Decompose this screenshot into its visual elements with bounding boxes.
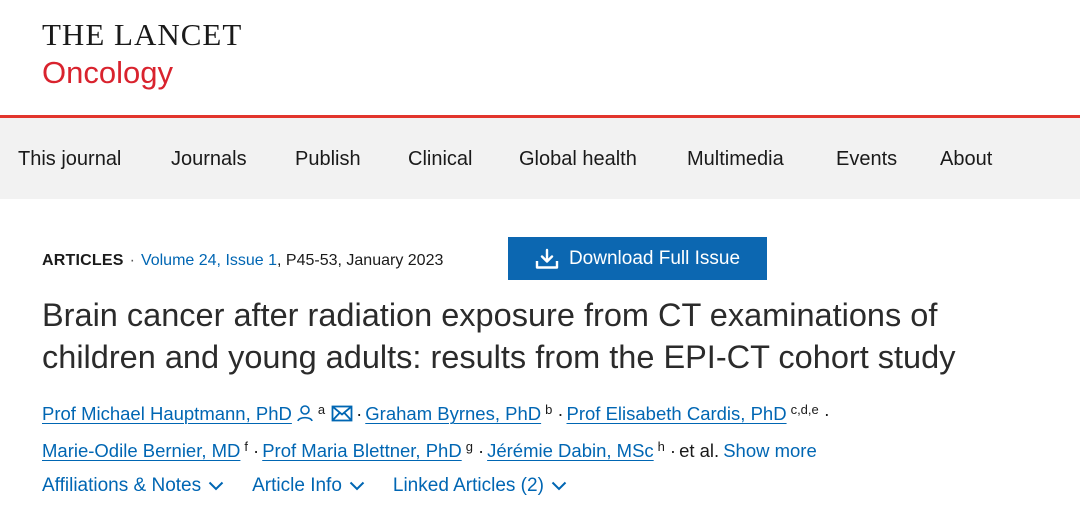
- author-link[interactable]: Prof Elisabeth Cardis, PhD: [567, 403, 787, 424]
- article-info-label: Article Info: [252, 475, 342, 496]
- meta-separator: ·: [129, 252, 135, 269]
- author-separator: ·: [823, 403, 830, 424]
- author-line-1: Prof Michael Hauptmann, PhD a · Graham Byrn…: [42, 392, 1052, 429]
- nav-item-publish[interactable]: Publish: [295, 146, 361, 172]
- download-icon: [535, 248, 559, 269]
- author-line-2: Marie-Odile Bernier, MD f · Prof Maria Blet…: [42, 429, 1052, 466]
- author-separator: ·: [356, 403, 363, 424]
- article-meta: ARTICLES · Volume 24, Issue 1, P45-53, Jan…: [42, 250, 443, 272]
- nav-item-events[interactable]: Events: [836, 146, 897, 172]
- author-list: Prof Michael Hauptmann, PhD a · Graham Byrn…: [42, 392, 1052, 466]
- author-link[interactable]: Graham Byrnes, PhD: [365, 403, 541, 424]
- issue-link[interactable]: Volume 24, Issue 1: [141, 252, 277, 269]
- affiliations-notes-label: Affiliations & Notes: [42, 475, 202, 496]
- author-affiliation: h: [657, 439, 665, 454]
- nav-item-global-health[interactable]: Global health: [519, 146, 637, 172]
- chevron-down-icon: [208, 481, 224, 491]
- author-link[interactable]: Jérémie Dabin, MSc: [487, 440, 654, 461]
- article-info-toggle[interactable]: Article Info: [252, 474, 365, 498]
- download-label: Download Full Issue: [568, 247, 741, 269]
- linked-articles-toggle[interactable]: Linked Articles (2): [393, 474, 567, 498]
- article-type: ARTICLES: [42, 252, 124, 269]
- author-link[interactable]: Prof Maria Blettner, PhD: [262, 440, 461, 461]
- journal-logo-top[interactable]: THE LANCET: [42, 18, 242, 52]
- affiliations-notes-toggle[interactable]: Affiliations & Notes: [42, 474, 224, 498]
- site-header: THE LANCET Oncology: [0, 0, 1080, 115]
- show-more-button[interactable]: Show more: [723, 440, 817, 461]
- linked-articles-label: Linked Articles (2): [392, 475, 544, 496]
- article-title: Brain cancer after radiation exposure fr…: [42, 297, 956, 375]
- author-separator: ·: [253, 440, 260, 461]
- nav-item-multimedia[interactable]: Multimedia: [687, 146, 784, 172]
- author-separator: ·: [557, 403, 564, 424]
- et-al: et al.: [679, 440, 720, 461]
- nav-item-this-journal[interactable]: This journal: [18, 146, 121, 172]
- author-link[interactable]: Prof Michael Hauptmann, PhD: [42, 403, 292, 424]
- pages-date: , P45-53, January 2023: [277, 252, 444, 269]
- nav-item-clinical[interactable]: Clinical: [408, 146, 472, 172]
- author-affiliation: b: [545, 402, 553, 417]
- nav-item-journals[interactable]: Journals: [171, 146, 247, 172]
- article-links: Affiliations & Notes Article Info Linked A…: [42, 474, 595, 498]
- download-full-issue-button[interactable]: Download Full Issue: [508, 237, 767, 280]
- nav-item-about[interactable]: About: [940, 146, 992, 172]
- author-link[interactable]: Marie-Odile Bernier, MD: [42, 440, 240, 461]
- main-nav: This journal Journals Publish Clinical G…: [0, 115, 1080, 199]
- author-separator: ·: [477, 440, 485, 461]
- chevron-down-icon: [349, 481, 365, 491]
- author-affiliation: c,d,e: [790, 402, 819, 417]
- chevron-down-icon: [551, 481, 567, 491]
- author-separator: ·: [669, 440, 677, 461]
- journal-logo-bottom[interactable]: Oncology: [42, 55, 173, 91]
- author-affiliation: a: [317, 402, 326, 417]
- author-affiliation: f: [244, 439, 249, 454]
- author-affiliation: g: [465, 439, 473, 454]
